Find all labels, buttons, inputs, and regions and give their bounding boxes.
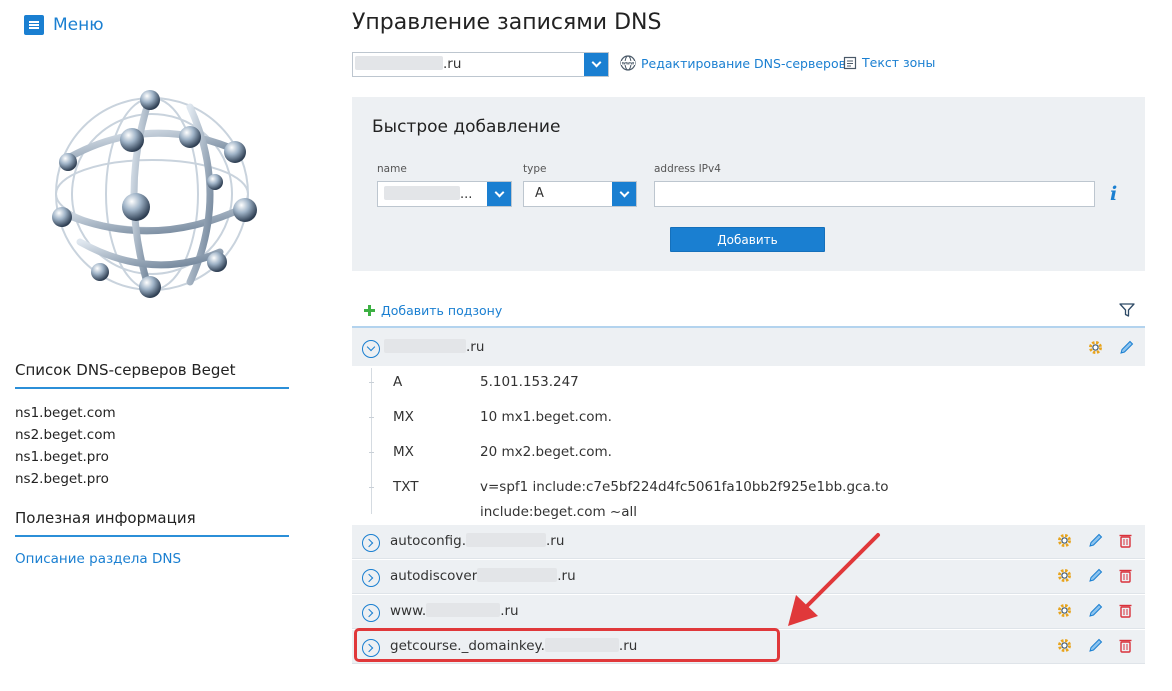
- edit-pencil-icon[interactable]: [1087, 637, 1104, 654]
- dns-server-item: ns1.beget.pro: [15, 449, 109, 465]
- record-value: 10 mx1.beget.com.: [480, 409, 612, 425]
- tree-branch: [369, 452, 374, 453]
- chevron-down-icon[interactable]: [612, 182, 636, 206]
- edit-pencil-icon[interactable]: [1087, 532, 1104, 549]
- expand-icon[interactable]: [362, 569, 380, 587]
- menu-label: Меню: [53, 15, 104, 35]
- subzone-name: autoconfig. .ru: [390, 533, 565, 549]
- zone-name: .ru: [384, 339, 484, 355]
- expand-icon[interactable]: [362, 534, 380, 552]
- name-field-label: name: [377, 163, 407, 175]
- svg-text:www: www: [622, 62, 634, 67]
- edit-dns-servers-link[interactable]: www Редактирование DNS-серверов: [620, 55, 846, 71]
- collapse-icon[interactable]: [362, 340, 380, 358]
- record-type: A: [393, 374, 403, 390]
- tree-branch: [369, 487, 374, 488]
- info-icon[interactable]: i: [1110, 183, 1117, 205]
- record-tree-line: [371, 368, 372, 514]
- type-select-value: A: [535, 186, 544, 201]
- settings-gear-icon[interactable]: [1056, 602, 1073, 619]
- dns-server-item: ns2.beget.com: [15, 427, 116, 443]
- record-value: 5.101.153.247: [480, 374, 579, 390]
- edit-pencil-icon[interactable]: [1118, 339, 1135, 356]
- chevron-down-icon[interactable]: [584, 53, 608, 76]
- type-field-label: type: [523, 163, 547, 175]
- dns-server-list: ns1.beget.com ns2.beget.com ns1.beget.pr…: [15, 402, 116, 490]
- settings-gear-icon[interactable]: [1087, 339, 1104, 356]
- address-field-label: address IPv4: [654, 163, 721, 175]
- address-ipv4-input[interactable]: [654, 181, 1095, 207]
- delete-trash-icon[interactable]: [1117, 602, 1134, 619]
- subzone-name: www. .ru: [390, 603, 519, 619]
- highlight-box-annotation: [354, 628, 780, 662]
- settings-gear-icon[interactable]: [1056, 532, 1073, 549]
- add-subzone-link[interactable]: Добавить подзону: [364, 303, 502, 318]
- document-icon: [843, 56, 857, 70]
- add-record-button[interactable]: Добавить: [670, 227, 825, 252]
- dns-description-link[interactable]: Описание раздела DNS: [15, 551, 181, 567]
- dns-server-item: ns1.beget.com: [15, 405, 116, 421]
- delete-trash-icon[interactable]: [1117, 637, 1134, 654]
- zone-text-link[interactable]: Текст зоны: [843, 55, 935, 70]
- type-select[interactable]: A: [523, 181, 637, 207]
- settings-gear-icon[interactable]: [1056, 567, 1073, 584]
- red-arrow-annotation: [788, 533, 880, 626]
- expand-icon[interactable]: [362, 604, 380, 622]
- name-select-value: ...: [384, 186, 472, 202]
- hamburger-icon: [24, 15, 44, 35]
- quick-add-title: Быстрое добавление: [372, 117, 561, 137]
- record-value-continued: include:beget.com ~all: [480, 504, 638, 520]
- record-value: v=spf1 include:c7e5bf224d4fc5061fa10bb2f…: [480, 479, 889, 495]
- name-select[interactable]: ...: [377, 181, 512, 207]
- record-type: MX: [393, 409, 414, 425]
- record-value: 20 mx2.beget.com.: [480, 444, 612, 460]
- edit-dns-servers-label: Редактирование DNS-серверов: [641, 55, 846, 71]
- chevron-down-icon[interactable]: [487, 182, 511, 206]
- page-title: Управление записями DNS: [352, 10, 662, 35]
- subzone-row[interactable]: autodiscover .ru: [352, 560, 1145, 594]
- dns-server-item: ns2.beget.pro: [15, 471, 109, 487]
- domain-select[interactable]: .ru: [352, 52, 609, 77]
- edit-pencil-icon[interactable]: [1087, 567, 1104, 584]
- add-subzone-label: Добавить подзону: [381, 303, 503, 318]
- record-type: MX: [393, 444, 414, 460]
- menu-button[interactable]: Меню: [24, 15, 104, 35]
- tree-branch: [369, 382, 374, 383]
- zone-text-label: Текст зоны: [862, 55, 936, 70]
- plus-icon: [364, 305, 375, 316]
- settings-gear-icon[interactable]: [1056, 637, 1073, 654]
- tree-branch: [369, 417, 374, 418]
- record-type: TXT: [393, 479, 419, 495]
- www-globe-icon: www: [620, 55, 636, 71]
- filter-icon[interactable]: [1119, 302, 1135, 318]
- quick-add-panel: Быстрое добавление name ... type A addre…: [352, 97, 1145, 271]
- dns-servers-title: Список DNS-серверов Beget: [15, 361, 289, 389]
- globe-logo: [52, 90, 257, 298]
- edit-pencil-icon[interactable]: [1087, 602, 1104, 619]
- useful-info-title: Полезная информация: [15, 509, 289, 537]
- delete-trash-icon[interactable]: [1117, 567, 1134, 584]
- domain-select-value: .ru: [353, 56, 461, 72]
- delete-trash-icon[interactable]: [1117, 532, 1134, 549]
- subzone-row[interactable]: autoconfig. .ru: [352, 525, 1145, 559]
- subzone-name: autodiscover .ru: [390, 568, 576, 584]
- subzone-row[interactable]: www. .ru: [352, 595, 1145, 629]
